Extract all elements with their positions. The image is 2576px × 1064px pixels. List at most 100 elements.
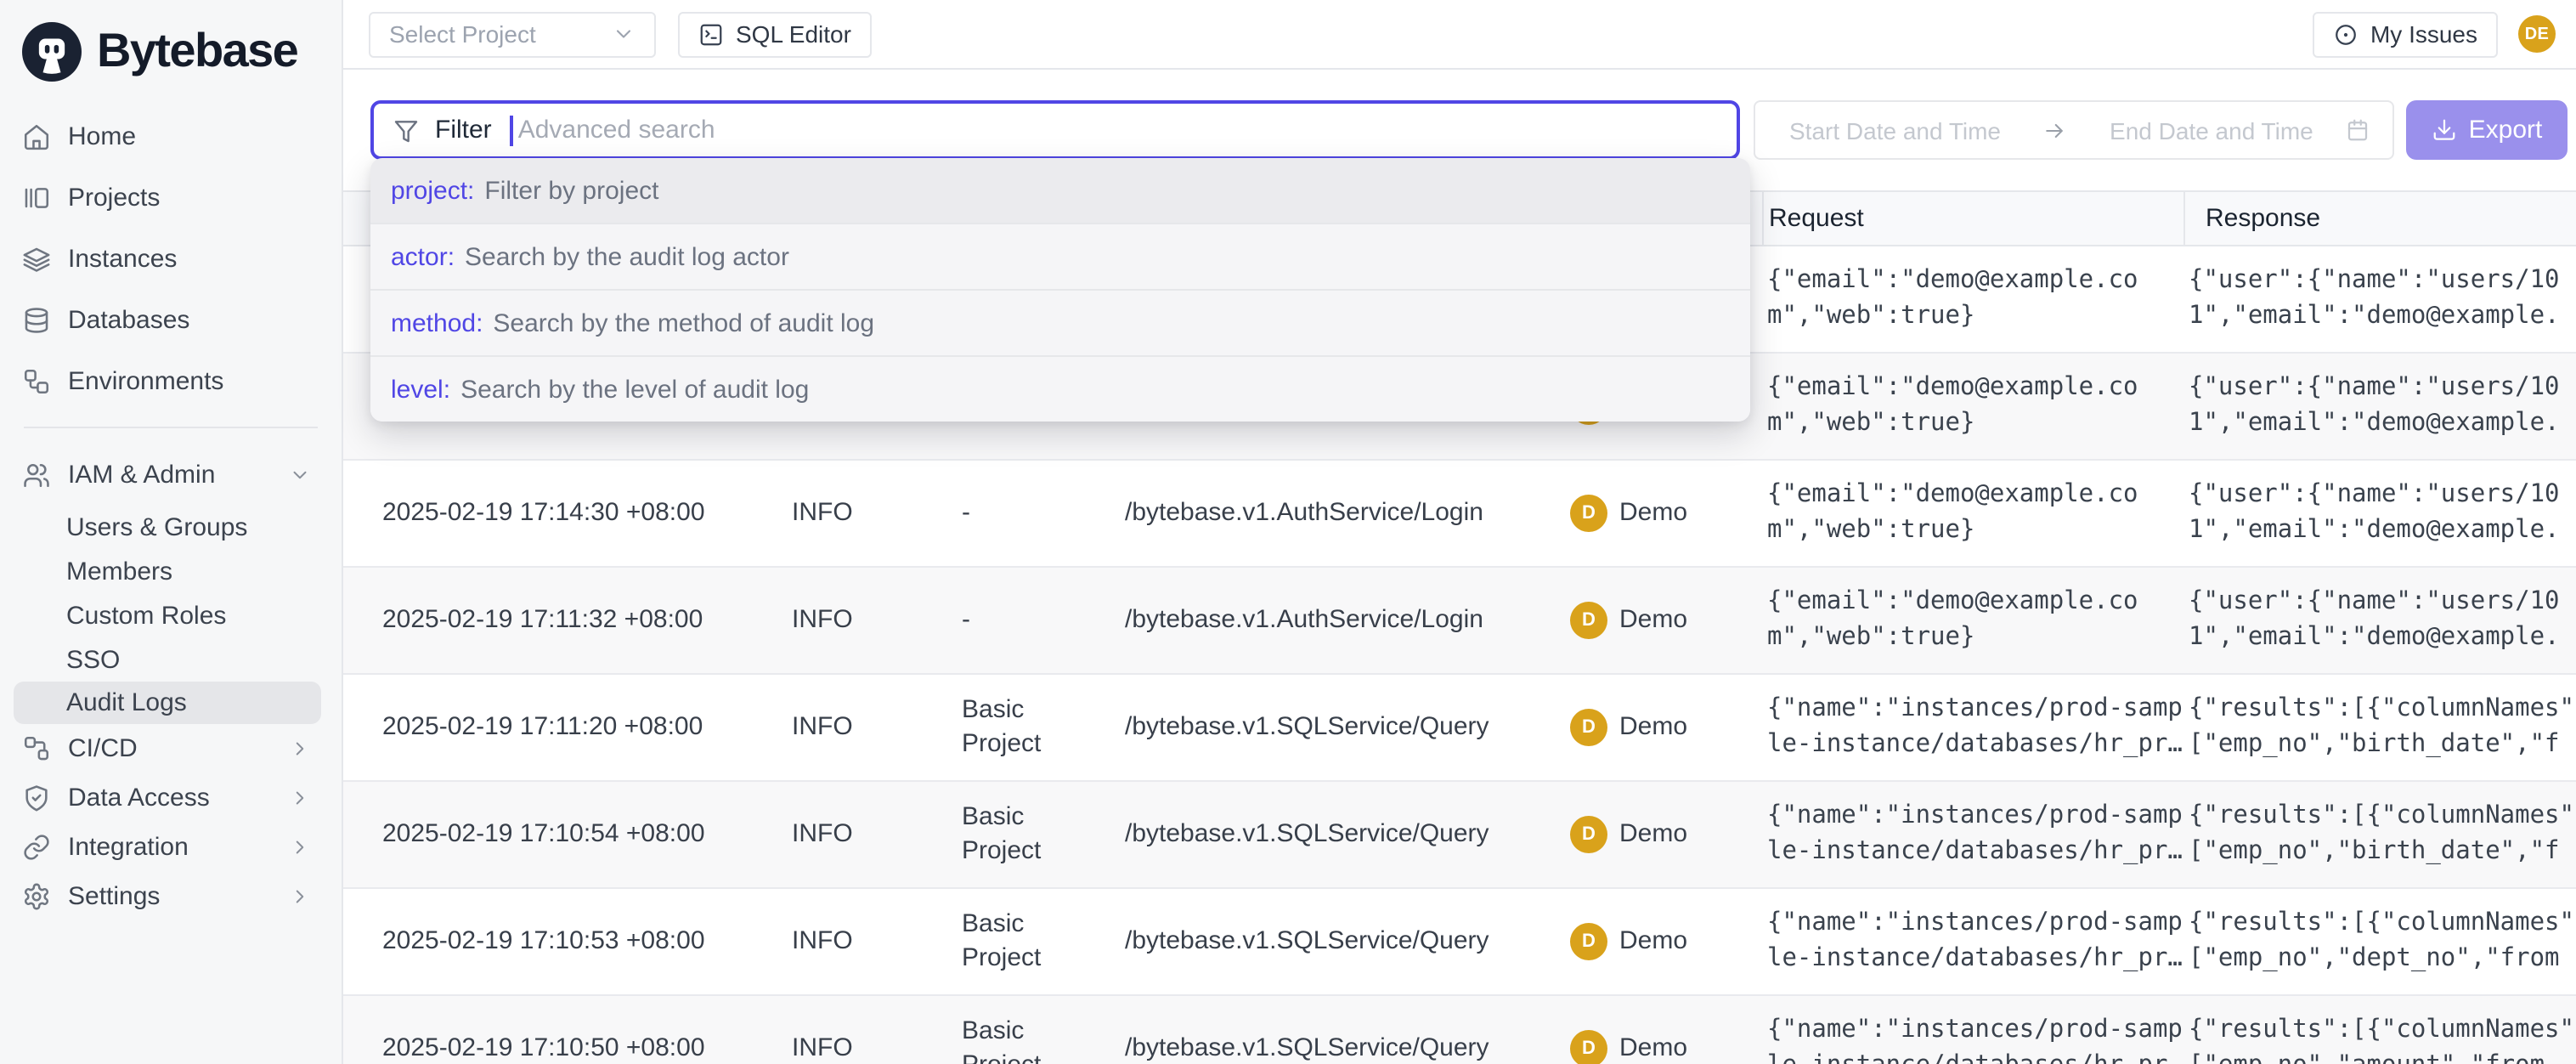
sidebar-item-members[interactable]: Members	[0, 549, 342, 593]
sidebar-item-sso[interactable]: SSO	[0, 637, 342, 682]
request-line: {"name":"instances/prod-samp	[1767, 1013, 2183, 1049]
request-line: {"email":"demo@example.co	[1767, 371, 2183, 406]
actor-avatar: D	[1570, 495, 1607, 532]
sql-editor-button[interactable]: SQL Editor	[678, 11, 872, 57]
cell-request: {"name":"instances/prod-sample-instance/…	[1762, 1013, 2183, 1064]
cell-request: {"name":"instances/prod-sample-instance/…	[1762, 799, 2183, 870]
search-suggestions-dropdown: project:Filter by projectactor:Search by…	[370, 158, 1750, 422]
audit-log-row[interactable]: 2025-02-19 17:10:50 +08:00INFOBasic Proj…	[343, 996, 2576, 1064]
cell-method: /bytebase.v1.AuthService/Login	[1120, 603, 1565, 637]
cell-request: {"email":"demo@example.com","web":true}	[1762, 585, 2183, 656]
suggestion-description: Search by the level of audit log	[460, 375, 809, 404]
sidebar: Bytebase Home ProjectsInstances Databases E…	[0, 0, 343, 1064]
cell-level: INFO	[787, 818, 957, 852]
header-response: Response	[2183, 192, 2576, 245]
cell-project: Basic Project	[957, 693, 1120, 761]
response-line: ["emp_no","dept_no","from	[2189, 942, 2576, 977]
cell-response: {"user":{"name":"users/101","email":"dem…	[2183, 371, 2576, 442]
response-line: {"user":{"name":"users/10	[2189, 371, 2576, 406]
cell-actor: DDemo	[1565, 709, 1762, 746]
actor-name: Demo	[1619, 925, 1687, 959]
sidebar-item-label: SSO	[66, 645, 120, 674]
cell-method: /bytebase.v1.SQLService/Query	[1120, 710, 1565, 744]
response-line: {"user":{"name":"users/10	[2189, 478, 2576, 513]
calendar-icon[interactable]	[2345, 117, 2370, 143]
cell-project: Basic Project	[957, 1015, 1120, 1064]
sidebar-item-projects[interactable]: Projects	[0, 167, 342, 228]
search-input[interactable]: Filter Advanced search	[370, 100, 1740, 160]
circle-dot-icon	[2333, 21, 2359, 47]
my-issues-label: My Issues	[2370, 20, 2477, 48]
response-line: 1","email":"demo@example.	[2189, 620, 2576, 656]
cell-response: {"results":[{"columnNames":["emp_no","de…	[2183, 906, 2576, 977]
terminal-icon	[698, 21, 724, 47]
sidebar-item-label: Environments	[68, 366, 223, 395]
sidebar-item-integration[interactable]: Integration	[0, 823, 342, 872]
sidebar-item-users-groups[interactable]: Users & Groups	[0, 505, 342, 549]
chevron-down-icon	[289, 463, 311, 485]
cell-project: Basic Project	[957, 801, 1120, 869]
cell-method: /bytebase.v1.SQLService/Query	[1120, 1032, 1565, 1064]
layers-icon	[22, 244, 51, 273]
audit-log-row[interactable]: 2025-02-19 17:11:32 +08:00INFO-/bytebase…	[343, 568, 2576, 675]
sidebar-item-ci-cd[interactable]: CI/CD	[0, 724, 342, 773]
sidebar-item-label: Data Access	[68, 784, 210, 812]
sidebar-item-data-access[interactable]: Data Access	[0, 773, 342, 823]
project-select[interactable]: Select Project	[369, 11, 656, 57]
actor: DDemo	[1570, 1030, 1762, 1064]
sidebar-item-settings[interactable]: Settings	[0, 872, 342, 921]
request-line: {"name":"instances/prod-samp	[1767, 799, 2183, 835]
sidebar-item-label: Home	[68, 122, 136, 150]
response-line: {"user":{"name":"users/10	[2189, 585, 2576, 620]
sidebar-item-audit-logs[interactable]: Audit Logs	[14, 682, 321, 724]
gear-icon	[22, 882, 51, 911]
response-line: ["emp_no","birth_date","f	[2189, 727, 2576, 763]
brand-name: Bytebase	[97, 24, 297, 78]
cell-request: {"email":"demo@example.com","web":true}	[1762, 371, 2183, 442]
response-line: {"results":[{"columnNames":	[2189, 692, 2576, 727]
sidebar-item-environments[interactable]: Environments	[0, 350, 342, 411]
suggestion-level[interactable]: level:Search by the level of audit log	[370, 355, 1750, 422]
audit-log-row[interactable]: 2025-02-19 17:10:54 +08:00INFOBasic Proj…	[343, 782, 2576, 889]
suggestion-actor[interactable]: actor:Search by the audit log actor	[370, 223, 1750, 289]
suggestion-method[interactable]: method:Search by the method of audit log	[370, 289, 1750, 355]
sidebar-item-databases[interactable]: Databases	[0, 289, 342, 350]
audit-log-row[interactable]: 2025-02-19 17:10:53 +08:00INFOBasic Proj…	[343, 889, 2576, 996]
user-avatar[interactable]: DE	[2518, 15, 2556, 53]
export-button[interactable]: Export	[2406, 100, 2568, 160]
date-range-picker[interactable]: Start Date and Time End Date and Time	[1754, 100, 2394, 160]
sidebar-item-iam-admin[interactable]: IAM & Admin	[0, 444, 342, 505]
cell-created-time: 2025-02-19 17:11:20 +08:00	[382, 710, 787, 744]
cell-response: {"results":[{"columnNames":["emp_no","bi…	[2183, 799, 2576, 870]
sidebar-item-label: Databases	[68, 305, 189, 334]
actor: DDemo	[1570, 923, 1762, 960]
sidebar-item-label: Settings	[68, 882, 160, 911]
audit-log-row[interactable]: 2025-02-19 17:11:20 +08:00INFOBasic Proj…	[343, 675, 2576, 782]
chevron-right-icon	[289, 836, 311, 858]
cell-request: {"email":"demo@example.com","web":true}	[1762, 263, 2183, 335]
sidebar-item-home[interactable]: Home	[0, 105, 342, 167]
start-date-input[interactable]: Start Date and Time	[1789, 116, 2001, 144]
cell-created-time: 2025-02-19 17:10:50 +08:00	[382, 1032, 787, 1064]
actor: DDemo	[1570, 709, 1762, 746]
sidebar-item-custom-roles[interactable]: Custom Roles	[0, 593, 342, 637]
project-select-value: Select Project	[389, 20, 536, 48]
end-date-input[interactable]: End Date and Time	[2110, 116, 2313, 144]
brand-logo[interactable]: Bytebase	[0, 0, 342, 88]
sidebar-item-instances[interactable]: Instances	[0, 228, 342, 289]
response-line: 1","email":"demo@example.	[2189, 513, 2576, 549]
cell-project: -	[957, 496, 1120, 530]
response-line: ["emp_no","birth_date","f	[2189, 835, 2576, 870]
sidebar-item-label: IAM & Admin	[68, 460, 215, 489]
request-line: {"email":"demo@example.co	[1767, 263, 2183, 299]
suggestion-keyword: method:	[391, 308, 483, 337]
actor: DDemo	[1570, 816, 1762, 853]
shield-icon	[22, 784, 51, 812]
audit-log-row[interactable]: 2025-02-19 17:14:30 +08:00INFO-/bytebase…	[343, 461, 2576, 568]
my-issues-button[interactable]: My Issues	[2313, 11, 2498, 57]
cell-level: INFO	[787, 710, 957, 744]
suggestion-project[interactable]: project:Filter by project	[370, 158, 1750, 223]
header-request: Request	[1762, 192, 2183, 245]
workflow-icon	[22, 366, 51, 395]
chevron-down-icon	[612, 22, 636, 46]
